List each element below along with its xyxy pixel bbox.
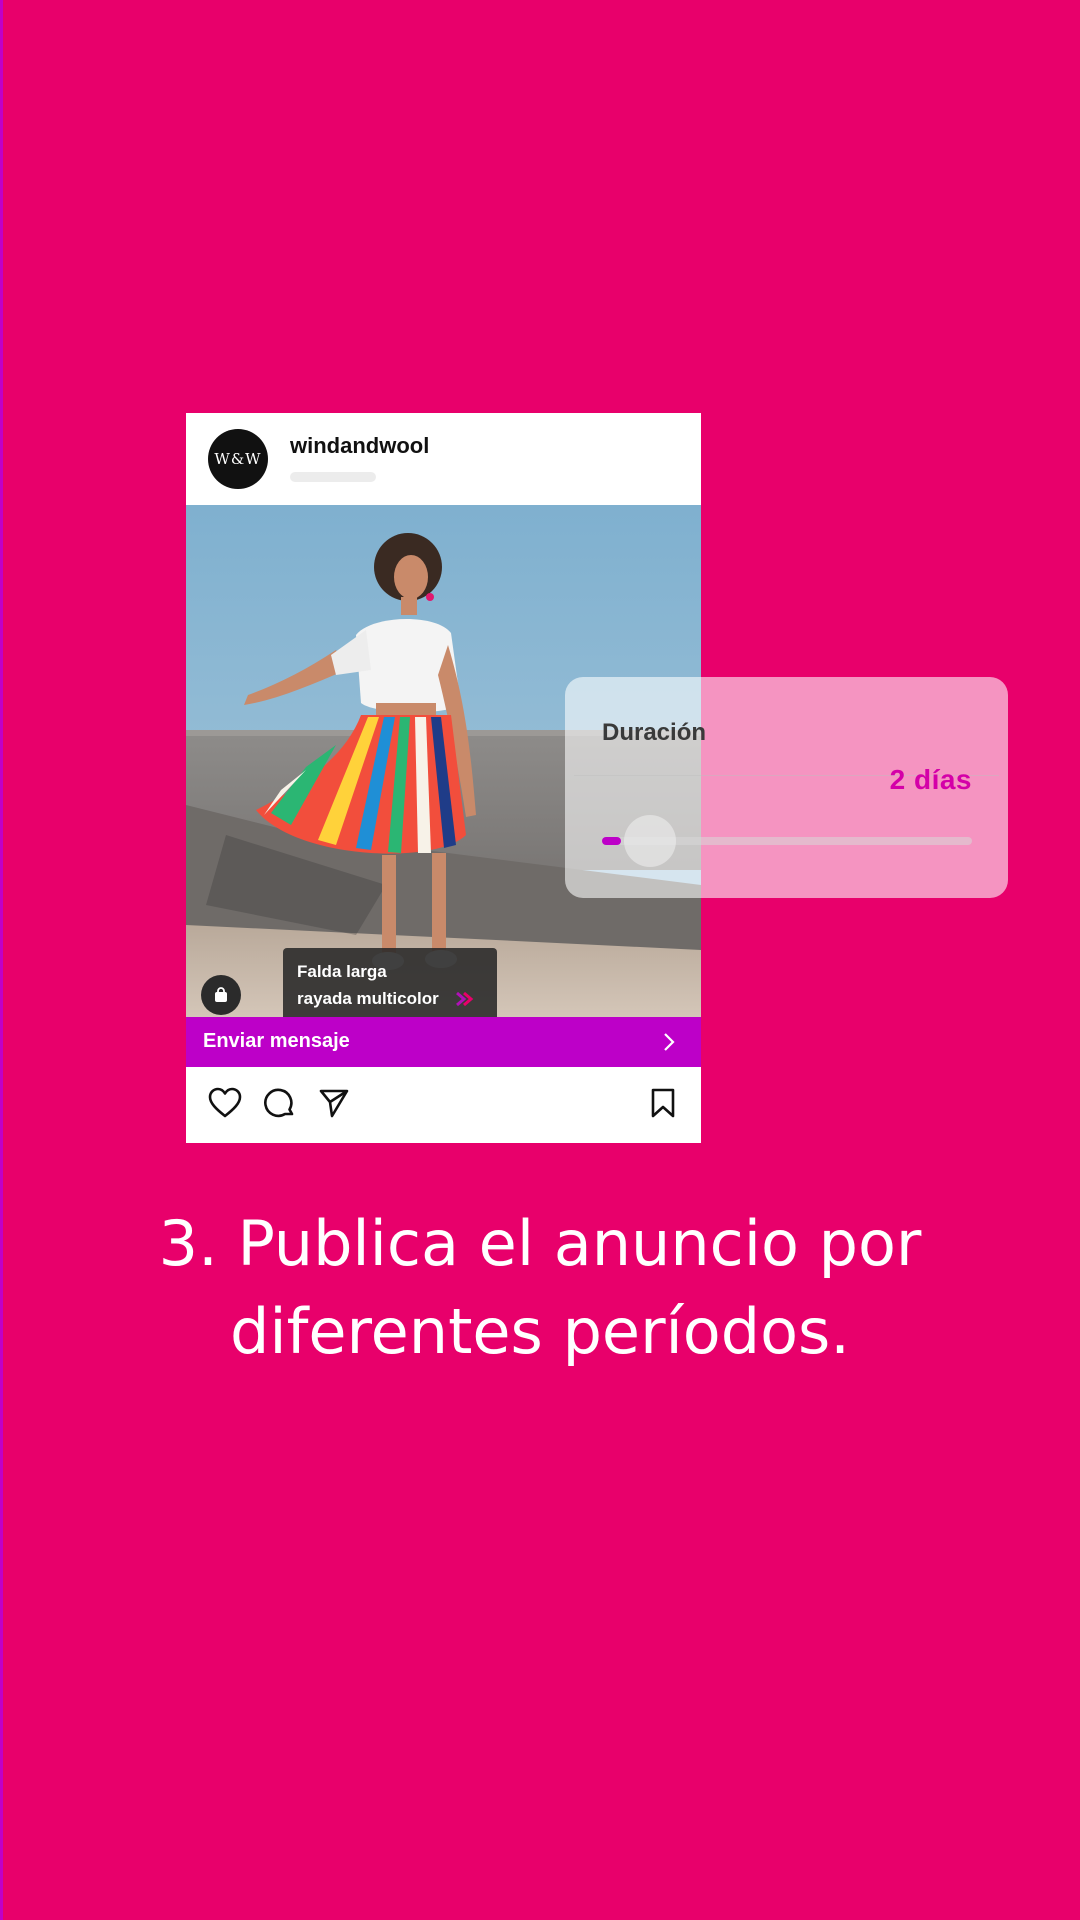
post-header: W&W windandwool	[186, 413, 701, 505]
caption: 3. Publica el anuncio por diferentes per…	[0, 1200, 1080, 1376]
duration-slider-fill	[602, 837, 621, 845]
duration-slider[interactable]	[602, 815, 972, 867]
product-tag-line-2: rayada multicolor	[297, 989, 439, 1008]
bookmark-icon[interactable]	[649, 1087, 677, 1124]
comment-icon[interactable]	[264, 1087, 296, 1124]
caption-line-1: 3. Publica el anuncio por	[158, 1207, 922, 1280]
heart-icon[interactable]	[208, 1087, 242, 1124]
send-message-label: Enviar mensaje	[203, 1030, 350, 1052]
profile-avatar[interactable]: W&W	[208, 429, 268, 489]
share-icon[interactable]	[318, 1087, 350, 1124]
product-tag[interactable]: Falda larga rayada multicolor	[283, 948, 497, 1017]
product-tag-line-1: Falda larga	[297, 962, 387, 981]
duration-label: Duración	[602, 719, 707, 746]
duration-value: 2 días	[889, 764, 972, 795]
send-message-button[interactable]: Enviar mensaje	[186, 1017, 701, 1067]
subtitle-placeholder	[290, 472, 376, 482]
page-left-edge	[0, 0, 3, 1920]
username[interactable]: windandwool	[290, 433, 429, 459]
shopping-bag-icon[interactable]	[201, 975, 241, 1015]
post-actions	[186, 1067, 701, 1143]
duration-slider-thumb[interactable]	[624, 815, 676, 867]
caption-line-2: diferentes períodos.	[229, 1295, 851, 1368]
chevron-right-icon	[663, 1032, 675, 1057]
double-chevron-right-icon	[455, 990, 475, 1008]
duration-panel: Duración 2 días	[565, 677, 1008, 898]
